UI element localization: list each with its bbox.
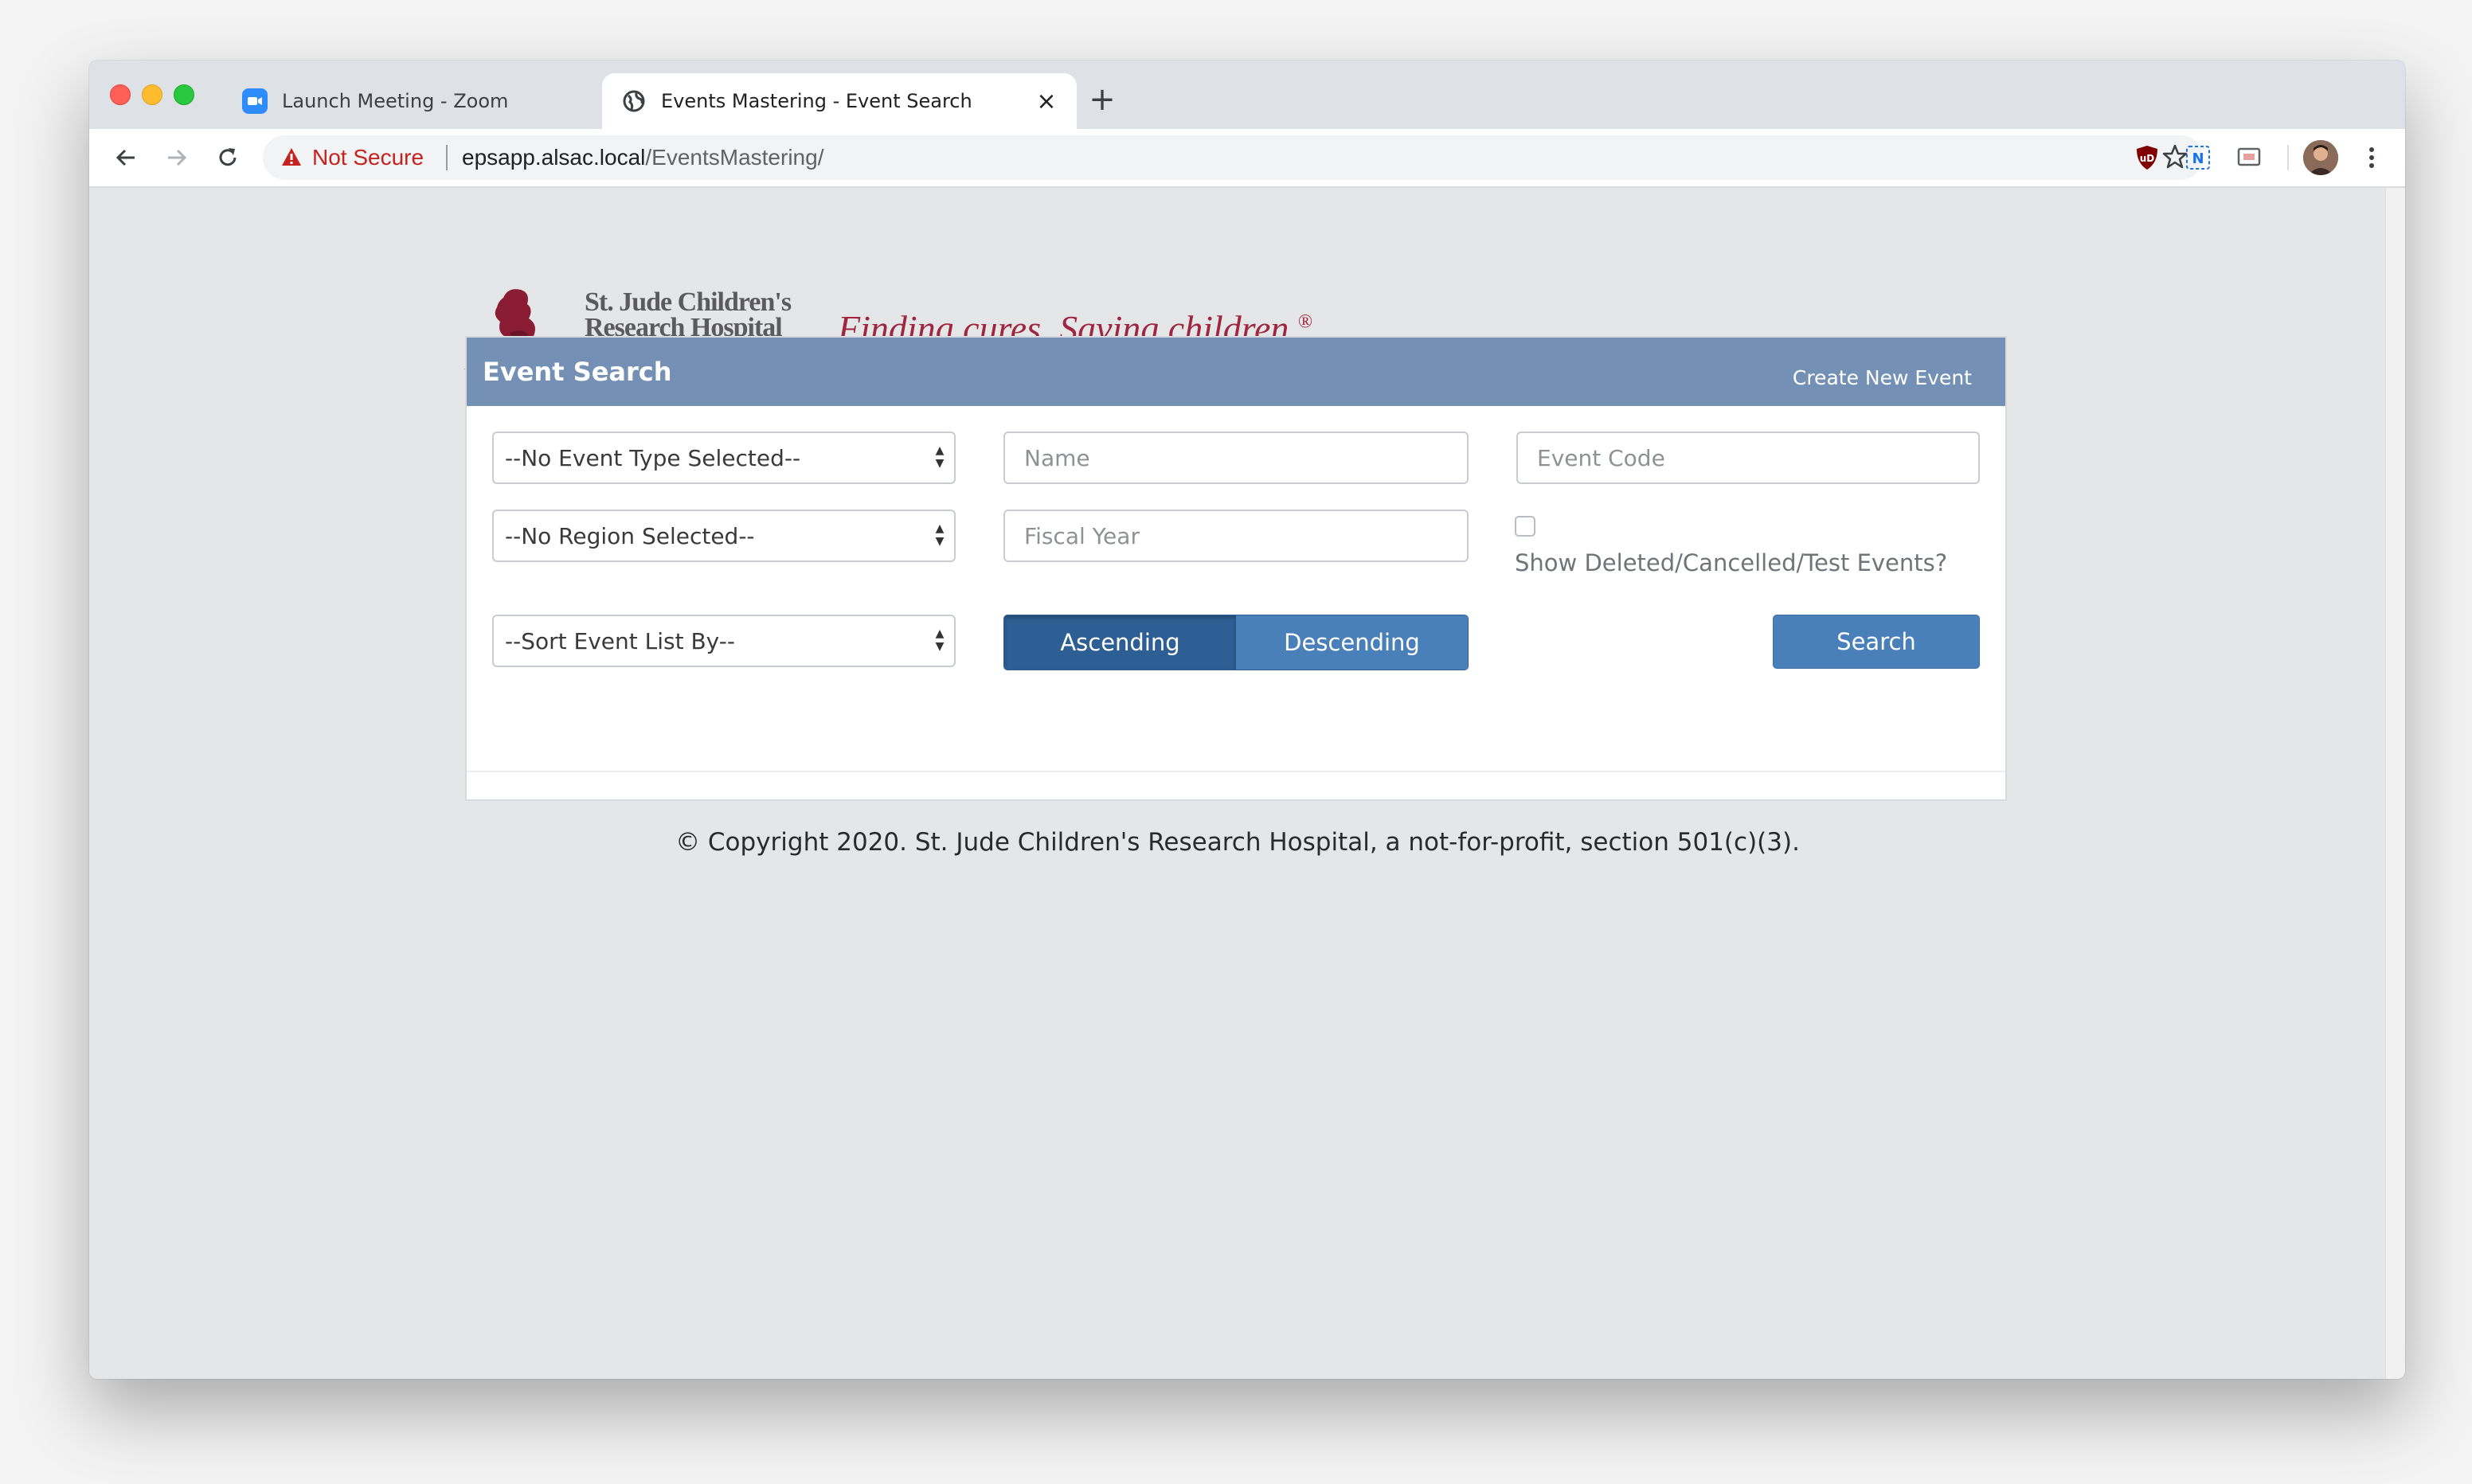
cast-icon[interactable] xyxy=(2233,142,2265,174)
panel-header: Event Search Create New Event xyxy=(467,338,2005,406)
profile-avatar[interactable] xyxy=(2303,140,2338,175)
logo-wordmark: St. Jude Children's Research Hospital xyxy=(585,287,792,342)
event-type-select[interactable]: --No Event Type Selected-- ▲ ▼ xyxy=(492,432,956,484)
select-arrows-icon: ▲ ▼ xyxy=(935,444,945,470)
ascending-button[interactable]: Ascending xyxy=(1004,615,1236,670)
divider xyxy=(2287,145,2289,170)
region-value: --No Region Selected-- xyxy=(505,522,755,549)
fiscal-year-input[interactable] xyxy=(1003,510,1469,562)
url-text[interactable]: epsapp.alsac.local/EventsMastering/ xyxy=(462,145,823,170)
svg-text:uD: uD xyxy=(2140,153,2155,164)
ublock-shield-icon[interactable]: uD xyxy=(2131,142,2163,174)
create-new-event-link[interactable]: Create New Event xyxy=(1793,366,1972,389)
select-arrows-icon: ▲ ▼ xyxy=(935,627,945,653)
close-tab-icon[interactable]: × xyxy=(1035,88,1058,115)
page-content: St. Jude Children's Research Hospital Fi… xyxy=(89,188,2386,1379)
address-bar[interactable]: Not Secure epsapp.alsac.local/EventsMast… xyxy=(263,135,2203,180)
tab-title: Launch Meeting - Zoom xyxy=(282,90,509,112)
logo-line-1: St. Jude Children's xyxy=(585,287,792,317)
copyright-text: © Copyright 2020. St. Jude Children's Re… xyxy=(675,828,1800,857)
n-extension-icon[interactable]: N xyxy=(2182,142,2214,174)
name-input[interactable] xyxy=(1003,432,1469,484)
show-deleted-label[interactable]: Show Deleted/Cancelled/Test Events? xyxy=(1515,549,1947,576)
region-select[interactable]: --No Region Selected-- ▲ ▼ xyxy=(492,510,956,562)
more-menu-icon[interactable] xyxy=(2356,142,2388,174)
sort-by-select[interactable]: --Sort Event List By-- ▲ ▼ xyxy=(492,615,956,667)
warning-triangle-icon[interactable] xyxy=(280,146,303,170)
divider xyxy=(446,145,448,170)
descending-button[interactable]: Descending xyxy=(1236,615,1468,670)
zoom-video-icon xyxy=(242,88,268,114)
svg-text:N: N xyxy=(2192,150,2204,167)
tab-events-mastering[interactable]: Events Mastering - Event Search × xyxy=(602,73,1077,129)
window-maximize-button[interactable] xyxy=(174,84,194,105)
url-host: epsapp.alsac.local xyxy=(462,145,646,170)
registered-mark: ® xyxy=(1297,311,1313,333)
search-button[interactable]: Search xyxy=(1773,615,1980,669)
url-path: /EventsMastering/ xyxy=(645,145,824,170)
event-search-panel: Event Search Create New Event --No Event… xyxy=(465,336,2007,801)
window-minimize-button[interactable] xyxy=(142,84,162,105)
show-deleted-checkbox[interactable] xyxy=(1515,516,1535,537)
forward-arrow-icon[interactable] xyxy=(159,140,194,175)
panel-title: Event Search xyxy=(483,357,672,387)
select-arrows-icon: ▲ ▼ xyxy=(935,522,945,548)
security-status[interactable]: Not Secure xyxy=(312,145,424,170)
tab-title: Events Mastering - Event Search xyxy=(661,90,972,112)
sort-by-value: --Sort Event List By-- xyxy=(505,627,735,654)
new-tab-button[interactable]: + xyxy=(1086,84,1118,116)
divider xyxy=(467,771,2005,772)
back-arrow-icon[interactable] xyxy=(108,140,143,175)
page-scrollbar[interactable] xyxy=(2385,188,2405,1379)
tab-strip: Launch Meeting - Zoom × Events Mastering… xyxy=(89,61,2405,129)
sort-order-toggle: Ascending Descending xyxy=(1003,615,1469,670)
globe-icon xyxy=(621,88,647,114)
window-close-button[interactable] xyxy=(110,84,131,105)
event-code-input[interactable] xyxy=(1516,432,1980,484)
browser-toolbar: Not Secure epsapp.alsac.local/EventsMast… xyxy=(89,129,2405,188)
browser-window: Launch Meeting - Zoom × Events Mastering… xyxy=(89,61,2405,1379)
event-type-value: --No Event Type Selected-- xyxy=(505,444,801,471)
reload-icon[interactable] xyxy=(210,140,245,175)
